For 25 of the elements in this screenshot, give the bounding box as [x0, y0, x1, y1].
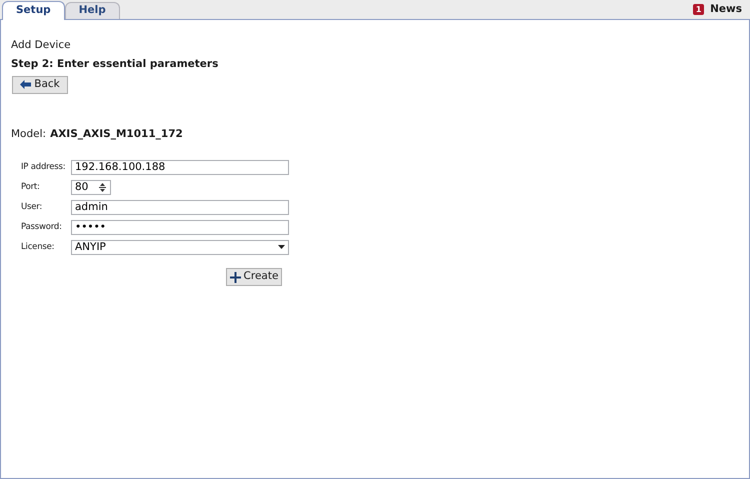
create-button[interactable]: Create — [226, 268, 282, 286]
field-label: Password: — [21, 220, 63, 234]
step-title: Step 2: Enter essential parameters — [11, 56, 220, 72]
input-field[interactable]: admin — [71, 200, 289, 215]
news-count-badge: 1 — [693, 4, 704, 15]
news-link[interactable]: 1 News — [693, 0, 750, 19]
arrow-left-icon — [20, 80, 32, 89]
tab[interactable]: Setup — [2, 1, 65, 20]
field-label: User: — [21, 200, 44, 214]
news-label: News — [710, 2, 742, 17]
spinner-arrows-icon[interactable] — [98, 182, 107, 193]
field-label: Port: — [21, 180, 41, 194]
model-value: AXIS_AXIS_M1011_172 — [50, 126, 183, 142]
dropdown-caret-icon — [278, 245, 285, 250]
tab[interactable]: Help — [64, 2, 120, 19]
port-spinner[interactable]: 80 — [71, 180, 111, 195]
input-field[interactable]: 192.168.100.188 — [71, 160, 289, 175]
plus-icon — [230, 272, 241, 283]
page-heading: Add Device — [11, 38, 72, 53]
license-dropdown[interactable]: ANYIP — [71, 240, 289, 255]
field-label: License: — [21, 240, 56, 254]
back-button[interactable]: Back — [12, 76, 68, 94]
input-field[interactable]: ••••• — [71, 220, 289, 235]
model-label: Model: — [11, 126, 46, 142]
field-label: IP address: — [21, 160, 66, 174]
